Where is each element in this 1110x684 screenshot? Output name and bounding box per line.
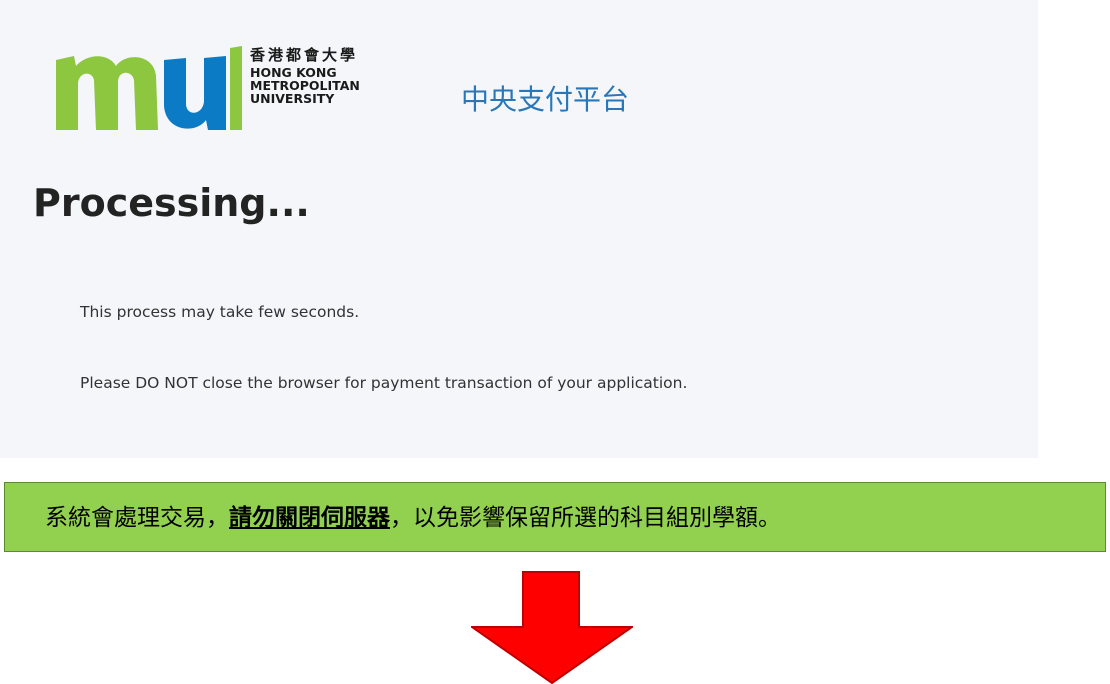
platform-title: 中央支付平台 <box>461 83 630 116</box>
notice-text: 系統會處理交易， <box>45 505 229 531</box>
page-title: Processing... <box>33 181 310 225</box>
university-logo: 香港都會大學 HONG KONG METROPOLITAN UNIVERSITY <box>52 46 412 132</box>
mu-logo-mark-icon <box>56 46 242 130</box>
arrow-down-icon <box>471 571 633 684</box>
notice-text: ，以免影響保留所選的科目組別學額。 <box>390 505 781 531</box>
notice-emphasis: 請勿關閉伺服器 <box>229 504 390 531</box>
wait-message: This process may take few seconds. <box>80 303 360 321</box>
do-not-close-warning: Please DO NOT close the browser for paym… <box>80 374 688 392</box>
chinese-notice-banner: 系統會處理交易，請勿關閉伺服器，以免影響保留所選的科目組別學額。 <box>4 482 1106 552</box>
logo-english-line: UNIVERSITY <box>250 91 335 106</box>
logo-english-name: HONG KONG METROPOLITAN UNIVERSITY <box>250 66 360 105</box>
logo-chinese-name: 香港都會大學 <box>250 46 359 64</box>
payment-processing-panel: 香港都會大學 HONG KONG METROPOLITAN UNIVERSITY… <box>0 0 1038 458</box>
